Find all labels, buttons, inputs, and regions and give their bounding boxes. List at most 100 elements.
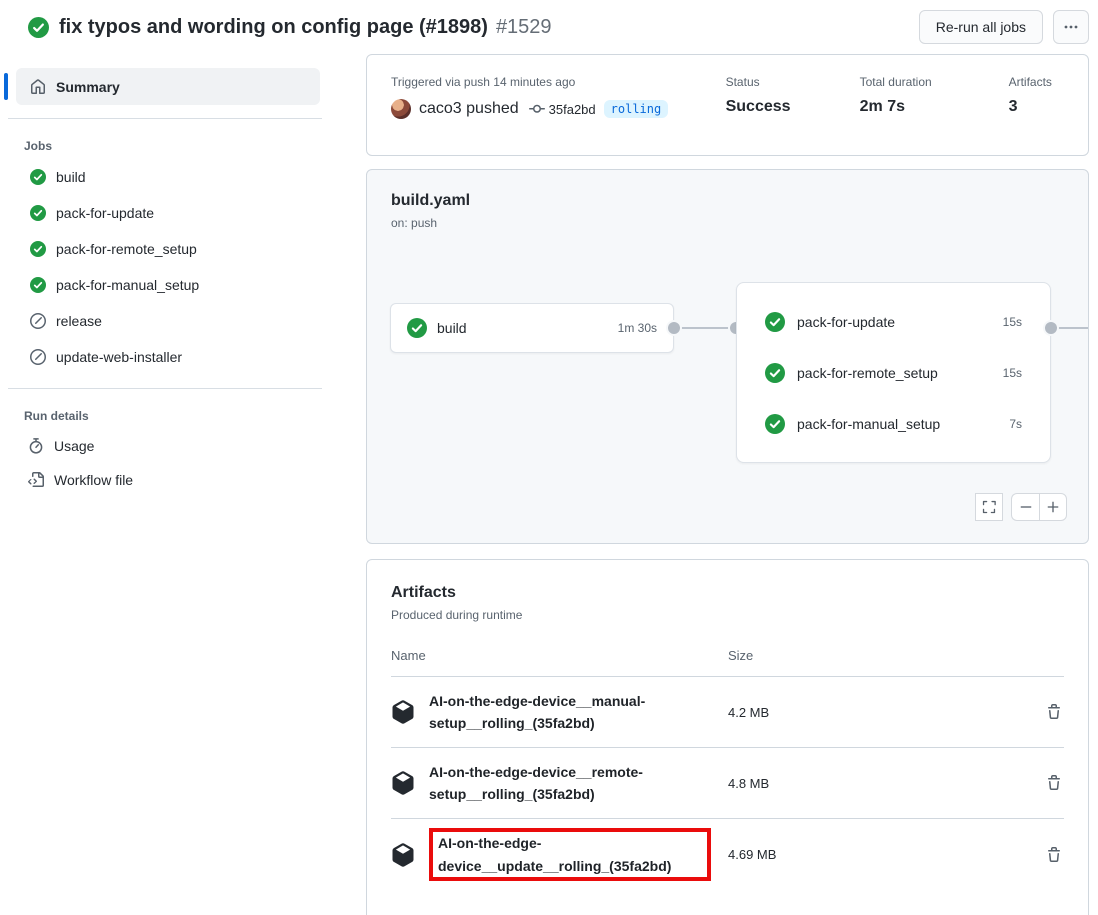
artifact-row: AI-on-the-edge-device__update__rolling_(… — [391, 819, 1064, 890]
zoom-in-button[interactable] — [1039, 493, 1067, 521]
connector-line — [674, 327, 736, 329]
graph-node-duration: 15s — [1003, 366, 1022, 380]
stopwatch-icon — [28, 438, 44, 454]
sidebar-divider — [8, 388, 322, 389]
status-value: Success — [726, 98, 860, 116]
check-circle-icon — [765, 414, 785, 434]
skip-circle-icon — [30, 349, 46, 365]
check-circle-icon — [765, 312, 785, 332]
job-label: pack-for-update — [56, 205, 154, 221]
graph-node-label: pack-for-remote_setup — [797, 365, 938, 381]
artifact-row: AI-on-the-edge-device__remote-setup__rol… — [391, 748, 1064, 819]
sidebar-item-summary[interactable]: Summary — [16, 68, 320, 105]
annotation-red-highlight-box: AI-on-the-edge-device__update__rolling_(… — [429, 828, 711, 881]
sidebar-job-pack-for-remote-setup[interactable]: pack-for-remote_setup — [0, 231, 340, 267]
skip-circle-icon — [30, 313, 46, 329]
delete-artifact-button[interactable] — [1044, 844, 1064, 864]
sidebar-job-pack-for-update[interactable]: pack-for-update — [0, 195, 340, 231]
more-options-button[interactable] — [1053, 10, 1089, 44]
artifacts-title: Artifacts — [391, 560, 1064, 602]
summary-label: Summary — [56, 79, 120, 95]
zoom-out-button[interactable] — [1011, 493, 1039, 521]
check-circle-icon — [30, 169, 46, 185]
avatar[interactable] — [391, 99, 411, 119]
graph-node-duration: 7s — [1009, 417, 1022, 431]
artifact-size: 4.8 MB — [728, 776, 1024, 791]
delete-artifact-button[interactable] — [1044, 702, 1064, 722]
job-label: pack-for-remote_setup — [56, 241, 197, 257]
check-circle-icon — [407, 318, 427, 338]
graph-node-label: pack-for-manual_setup — [797, 416, 940, 432]
graph-node-pack-for-update[interactable]: pack-for-update 15s — [737, 296, 1050, 347]
run-detail-label: Usage — [54, 438, 94, 454]
artifacts-subtitle: Produced during runtime — [391, 608, 1064, 622]
connector-dot — [1045, 322, 1057, 334]
duration-label: Total duration — [860, 75, 1009, 89]
job-label: build — [56, 169, 86, 185]
commit-icon — [529, 101, 545, 117]
package-icon — [391, 843, 415, 867]
zoom-in-icon — [1046, 500, 1060, 514]
job-label: release — [56, 313, 102, 329]
rerun-all-jobs-button[interactable]: Re-run all jobs — [919, 10, 1043, 44]
check-circle-icon — [30, 241, 46, 257]
check-circle-icon — [30, 277, 46, 293]
run-detail-label: Workflow file — [54, 472, 133, 488]
artifact-name-link[interactable]: AI-on-the-edge-device__update__rolling_(… — [438, 832, 702, 877]
graph-node-label: build — [437, 320, 467, 336]
triggered-text: Triggered via push 14 minutes ago — [391, 75, 726, 89]
duration-value: 2m 7s — [860, 98, 1009, 116]
run-details-heading: Run details — [24, 409, 340, 423]
artifacts-table-header: Name Size — [391, 622, 1064, 677]
actor-pushed-text[interactable]: caco3 pushed — [419, 100, 519, 118]
artifact-name-link[interactable]: AI-on-the-edge-device__manual-setup__rol… — [429, 690, 703, 735]
graph-node-duration: 1m 30s — [618, 321, 657, 335]
graph-node-build[interactable]: build 1m 30s — [390, 303, 674, 353]
artifact-size: 4.69 MB — [728, 847, 1024, 862]
package-icon — [391, 700, 415, 724]
sidebar-item-workflow-file[interactable]: Workflow file — [0, 463, 340, 497]
workflow-graph-card: build.yaml on: push build 1m 30s pack-fo… — [366, 169, 1089, 544]
graph-job-group: pack-for-update 15s pack-for-remote_setu… — [736, 282, 1051, 463]
artifact-name-link[interactable]: AI-on-the-edge-device__remote-setup__rol… — [429, 761, 703, 806]
graph-node-label: pack-for-update — [797, 314, 895, 330]
jobs-heading: Jobs — [24, 139, 340, 153]
column-header-name: Name — [391, 648, 728, 663]
run-status-check-icon — [28, 17, 49, 38]
sidebar-job-release[interactable]: release — [0, 303, 340, 339]
branch-badge[interactable]: rolling — [604, 100, 669, 118]
artifacts-label: Artifacts — [1009, 75, 1088, 89]
file-code-icon — [28, 472, 44, 488]
artifacts-count: 3 — [1009, 98, 1088, 116]
graph-node-pack-for-remote-setup[interactable]: pack-for-remote_setup 15s — [737, 347, 1050, 398]
workflow-file-name: build.yaml — [367, 170, 1088, 210]
check-circle-icon — [30, 205, 46, 221]
commit-sha-link[interactable]: 35fa2bd — [549, 102, 596, 117]
fullscreen-button[interactable] — [975, 493, 1003, 521]
run-summary-card: Triggered via push 14 minutes ago caco3 … — [366, 54, 1089, 156]
column-header-size: Size — [728, 648, 753, 663]
zoom-out-icon — [1019, 500, 1033, 514]
sidebar-job-build[interactable]: build — [0, 159, 340, 195]
sidebar-job-pack-for-manual-setup[interactable]: pack-for-manual_setup — [0, 267, 340, 303]
artifact-size: 4.2 MB — [728, 705, 1024, 720]
page-header: fix typos and wording on config page (#1… — [0, 0, 1098, 54]
job-label: pack-for-manual_setup — [56, 277, 199, 293]
home-icon — [30, 79, 46, 95]
graph-node-pack-for-manual-setup[interactable]: pack-for-manual_setup 7s — [737, 398, 1050, 449]
trash-icon — [1046, 847, 1062, 863]
sidebar-job-update-web-installer[interactable]: update-web-installer — [0, 339, 340, 375]
artifact-row: AI-on-the-edge-device__manual-setup__rol… — [391, 677, 1064, 748]
job-label: update-web-installer — [56, 349, 182, 365]
workflow-trigger: on: push — [367, 210, 1088, 230]
delete-artifact-button[interactable] — [1044, 773, 1064, 793]
run-number: #1529 — [496, 16, 552, 39]
page-title: fix typos and wording on config page (#1… — [59, 16, 488, 39]
status-label: Status — [726, 75, 860, 89]
sidebar: Summary Jobs build pack-for-update pack-… — [0, 54, 340, 497]
graph-node-duration: 15s — [1003, 315, 1022, 329]
connector-dot — [668, 322, 680, 334]
fullscreen-icon — [982, 500, 996, 514]
trash-icon — [1046, 775, 1062, 791]
sidebar-item-usage[interactable]: Usage — [0, 429, 340, 463]
